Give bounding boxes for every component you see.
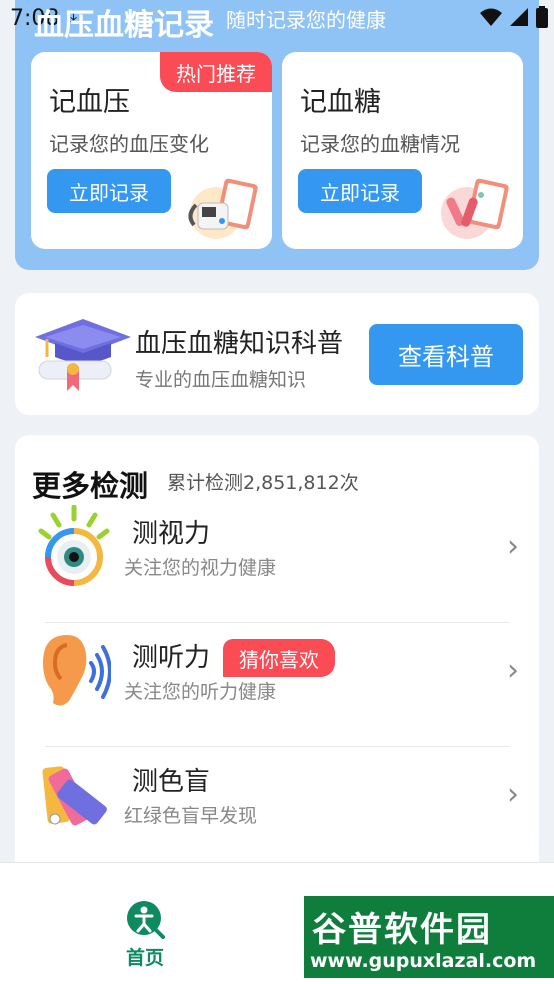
test-count: 累计检测2,851,812次	[167, 472, 359, 494]
color-palette-icon	[42, 766, 107, 826]
record-bs-button[interactable]: 立即记录	[298, 169, 422, 213]
blood-sugar-card[interactable]: 记血糖 记录您的血糖情况 立即记录	[282, 52, 523, 249]
watermark: 谷普软件园 www.gupuxlazal.com	[304, 896, 554, 978]
bs-card-title: 记血糖	[300, 87, 381, 118]
vision-test-name: 测视力	[132, 519, 211, 549]
color-blind-test-row[interactable]: 测色盲 红绿色盲早发现 ›	[15, 747, 539, 871]
guess-you-like-badge: 猜你喜欢	[223, 639, 335, 677]
color-blind-test-sub: 红绿色盲早发现	[124, 805, 258, 827]
vision-test-row[interactable]: 测视力 关注您的视力健康 ›	[15, 499, 539, 623]
watermark-top: 谷普软件园	[312, 910, 492, 950]
page-title: 血压血糖记录	[34, 8, 214, 43]
chevron-right-icon: ›	[507, 653, 519, 688]
status-icons	[480, 6, 548, 28]
ear-icon	[43, 635, 111, 706]
eye-icon	[38, 505, 110, 586]
hearing-test-row[interactable]: 测听力 猜你喜欢 关注您的听力健康 ›	[15, 623, 539, 747]
blood-pressure-card[interactable]: 热门推荐 记血压 记录您的血压变化 立即记录	[31, 52, 272, 249]
bp-card-title: 记血压	[49, 87, 130, 118]
page-subtitle: 随时记录您的健康	[226, 8, 386, 32]
hot-badge: 热门推荐	[160, 52, 272, 92]
nav-home-label: 首页	[125, 947, 164, 969]
signal-icon	[510, 8, 528, 26]
knowledge-desc: 专业的血压血糖知识	[135, 369, 307, 391]
vision-test-sub: 关注您的视力健康	[124, 557, 277, 579]
more-tests-card: 更多检测 累计检测2,851,812次 测视力 关注您的视力健康 › 测听力 猜…	[15, 435, 539, 875]
hearing-test-name: 测听力	[132, 643, 211, 673]
color-blind-test-name: 测色盲	[132, 767, 211, 797]
view-knowledge-button[interactable]: 查看科普	[369, 324, 523, 385]
blood-sugar-kit-icon	[441, 178, 509, 239]
blood-pressure-monitor-icon	[188, 178, 258, 239]
chevron-right-icon: ›	[507, 777, 519, 812]
nav-home[interactable]: 首页	[95, 899, 195, 970]
bp-card-desc: 记录您的血压变化	[49, 132, 209, 156]
record-bp-button[interactable]: 立即记录	[47, 169, 171, 213]
battery-icon	[536, 6, 548, 28]
knowledge-title: 血压血糖知识科普	[135, 329, 344, 359]
bs-card-desc: 记录您的血糖情况	[300, 132, 460, 156]
graduation-cap-icon	[35, 319, 131, 391]
home-health-icon	[127, 901, 165, 939]
wifi-icon	[480, 8, 502, 26]
chevron-right-icon: ›	[507, 529, 519, 564]
knowledge-card[interactable]: 血压血糖知识科普 专业的血压血糖知识 查看科普	[15, 293, 539, 415]
watermark-bottom: www.gupuxlazal.com	[310, 950, 537, 972]
hearing-test-sub: 关注您的听力健康	[124, 681, 277, 703]
